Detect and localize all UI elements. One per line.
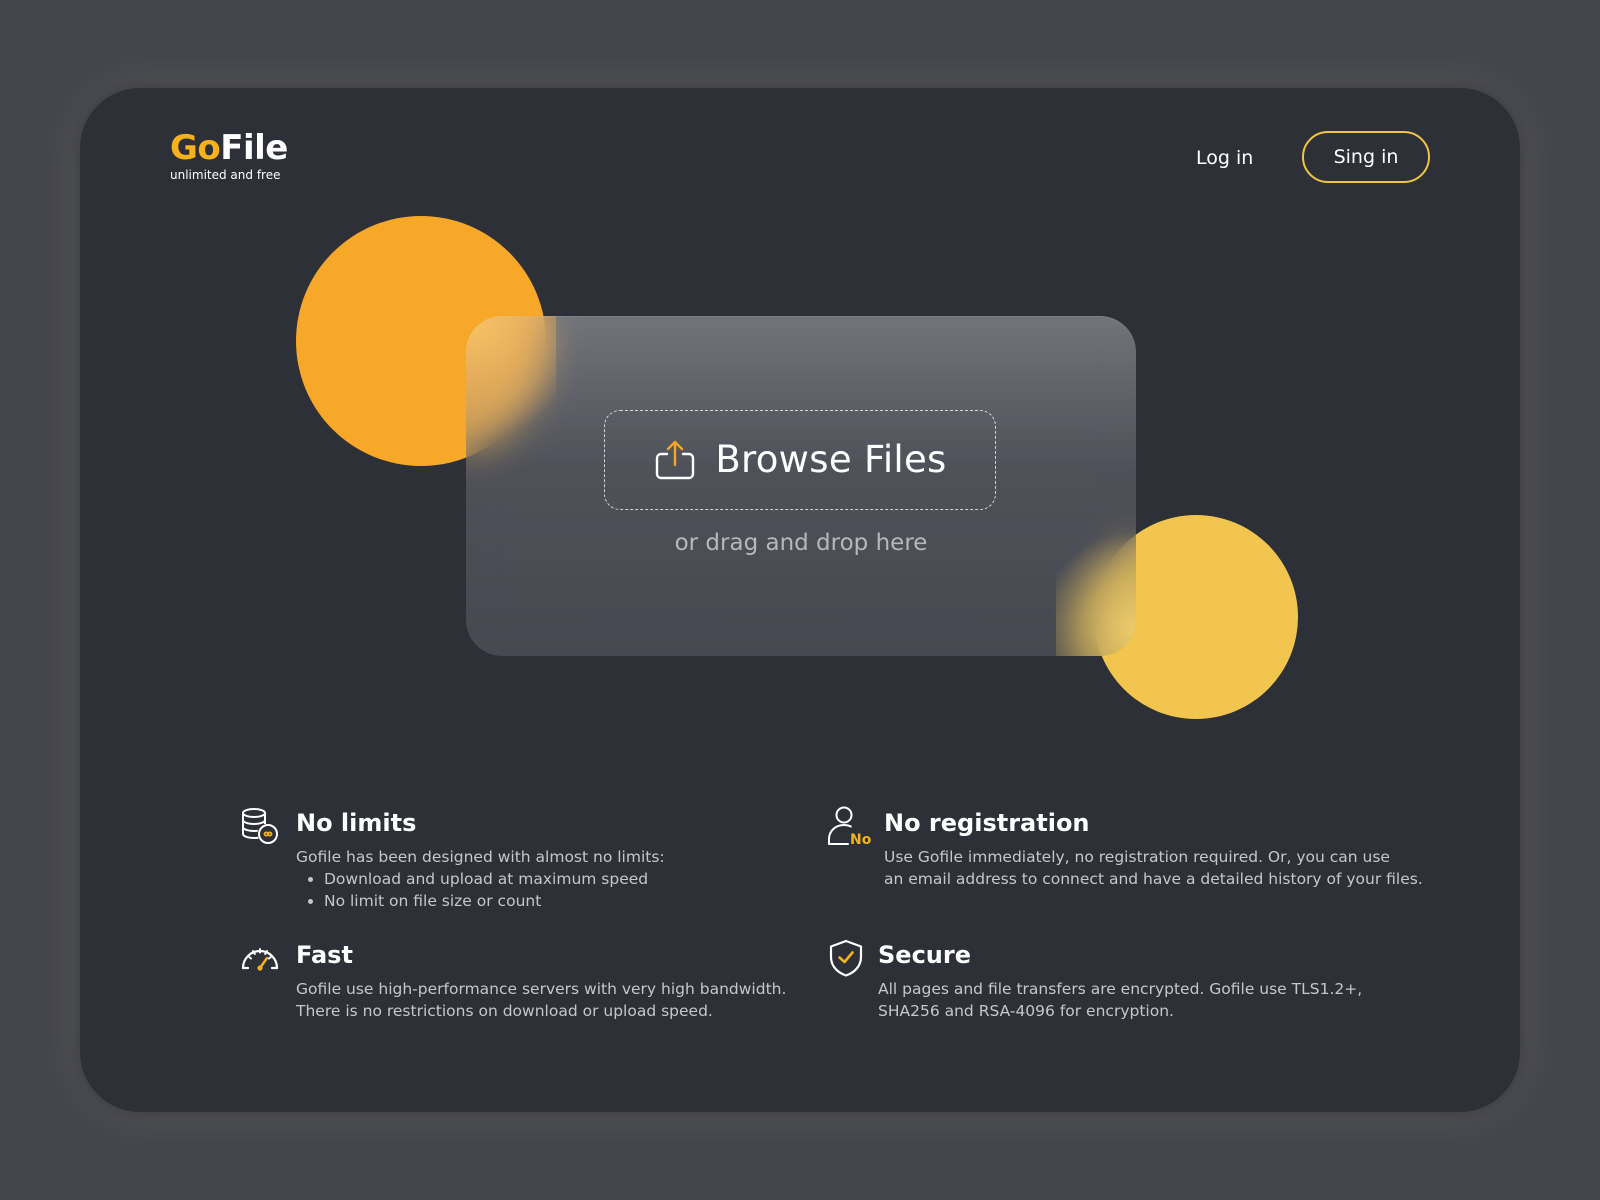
feature-description: Gofile has been designed with almost no …: [296, 846, 665, 912]
logo-file: File: [220, 128, 288, 168]
feature-bullets: Download and upload at maximum speed No …: [296, 868, 665, 912]
feature-title: No registration: [884, 809, 1090, 837]
feature-description: Gofile use high-performance servers with…: [296, 978, 786, 1022]
list-item: Download and upload at maximum speed: [324, 868, 665, 890]
main-card: GoFile unlimited and free Log in Sing in…: [80, 88, 1520, 1112]
feature-title: No limits: [296, 809, 417, 837]
feature-line: SHA256 and RSA-4096 for encryption.: [878, 1002, 1174, 1020]
logo-tagline: unlimited and free: [170, 168, 281, 182]
user-no-icon: No: [828, 806, 872, 846]
feature-description: Use Gofile immediately, no registration …: [884, 846, 1423, 890]
feature-title: Fast: [296, 941, 353, 969]
signin-button[interactable]: Sing in: [1302, 131, 1430, 183]
drag-drop-hint: or drag and drop here: [674, 530, 928, 556]
list-item: No limit on file size or count: [324, 890, 665, 912]
feature-line: an email address to connect and have a d…: [884, 870, 1423, 888]
glass-highlight-left: [466, 316, 556, 456]
feature-intro: Gofile has been designed with almost no …: [296, 848, 665, 866]
shield-check-icon: [829, 939, 863, 977]
browse-files-label: Browse Files: [715, 438, 947, 481]
feature-title: Secure: [878, 941, 971, 969]
login-link[interactable]: Log in: [1196, 143, 1253, 173]
feature-line: Use Gofile immediately, no registration …: [884, 848, 1390, 866]
browse-files-button[interactable]: Browse Files: [604, 410, 996, 510]
speedometer-icon: [241, 948, 279, 971]
user-no-badge: No: [850, 832, 872, 846]
logo[interactable]: GoFile unlimited and free: [170, 128, 288, 182]
feature-line: There is no restrictions on download or …: [296, 1002, 713, 1020]
logo-wordmark: GoFile: [170, 128, 288, 168]
upload-dropzone[interactable]: Browse Files or drag and drop here: [466, 316, 1136, 656]
feature-line: All pages and file transfers are encrypt…: [878, 980, 1363, 998]
logo-go: Go: [170, 128, 221, 168]
feature-description: All pages and file transfers are encrypt…: [878, 978, 1362, 1022]
feature-line: Gofile use high-performance servers with…: [296, 980, 787, 998]
upload-icon: [656, 440, 695, 480]
database-infinity-icon: [242, 808, 278, 844]
